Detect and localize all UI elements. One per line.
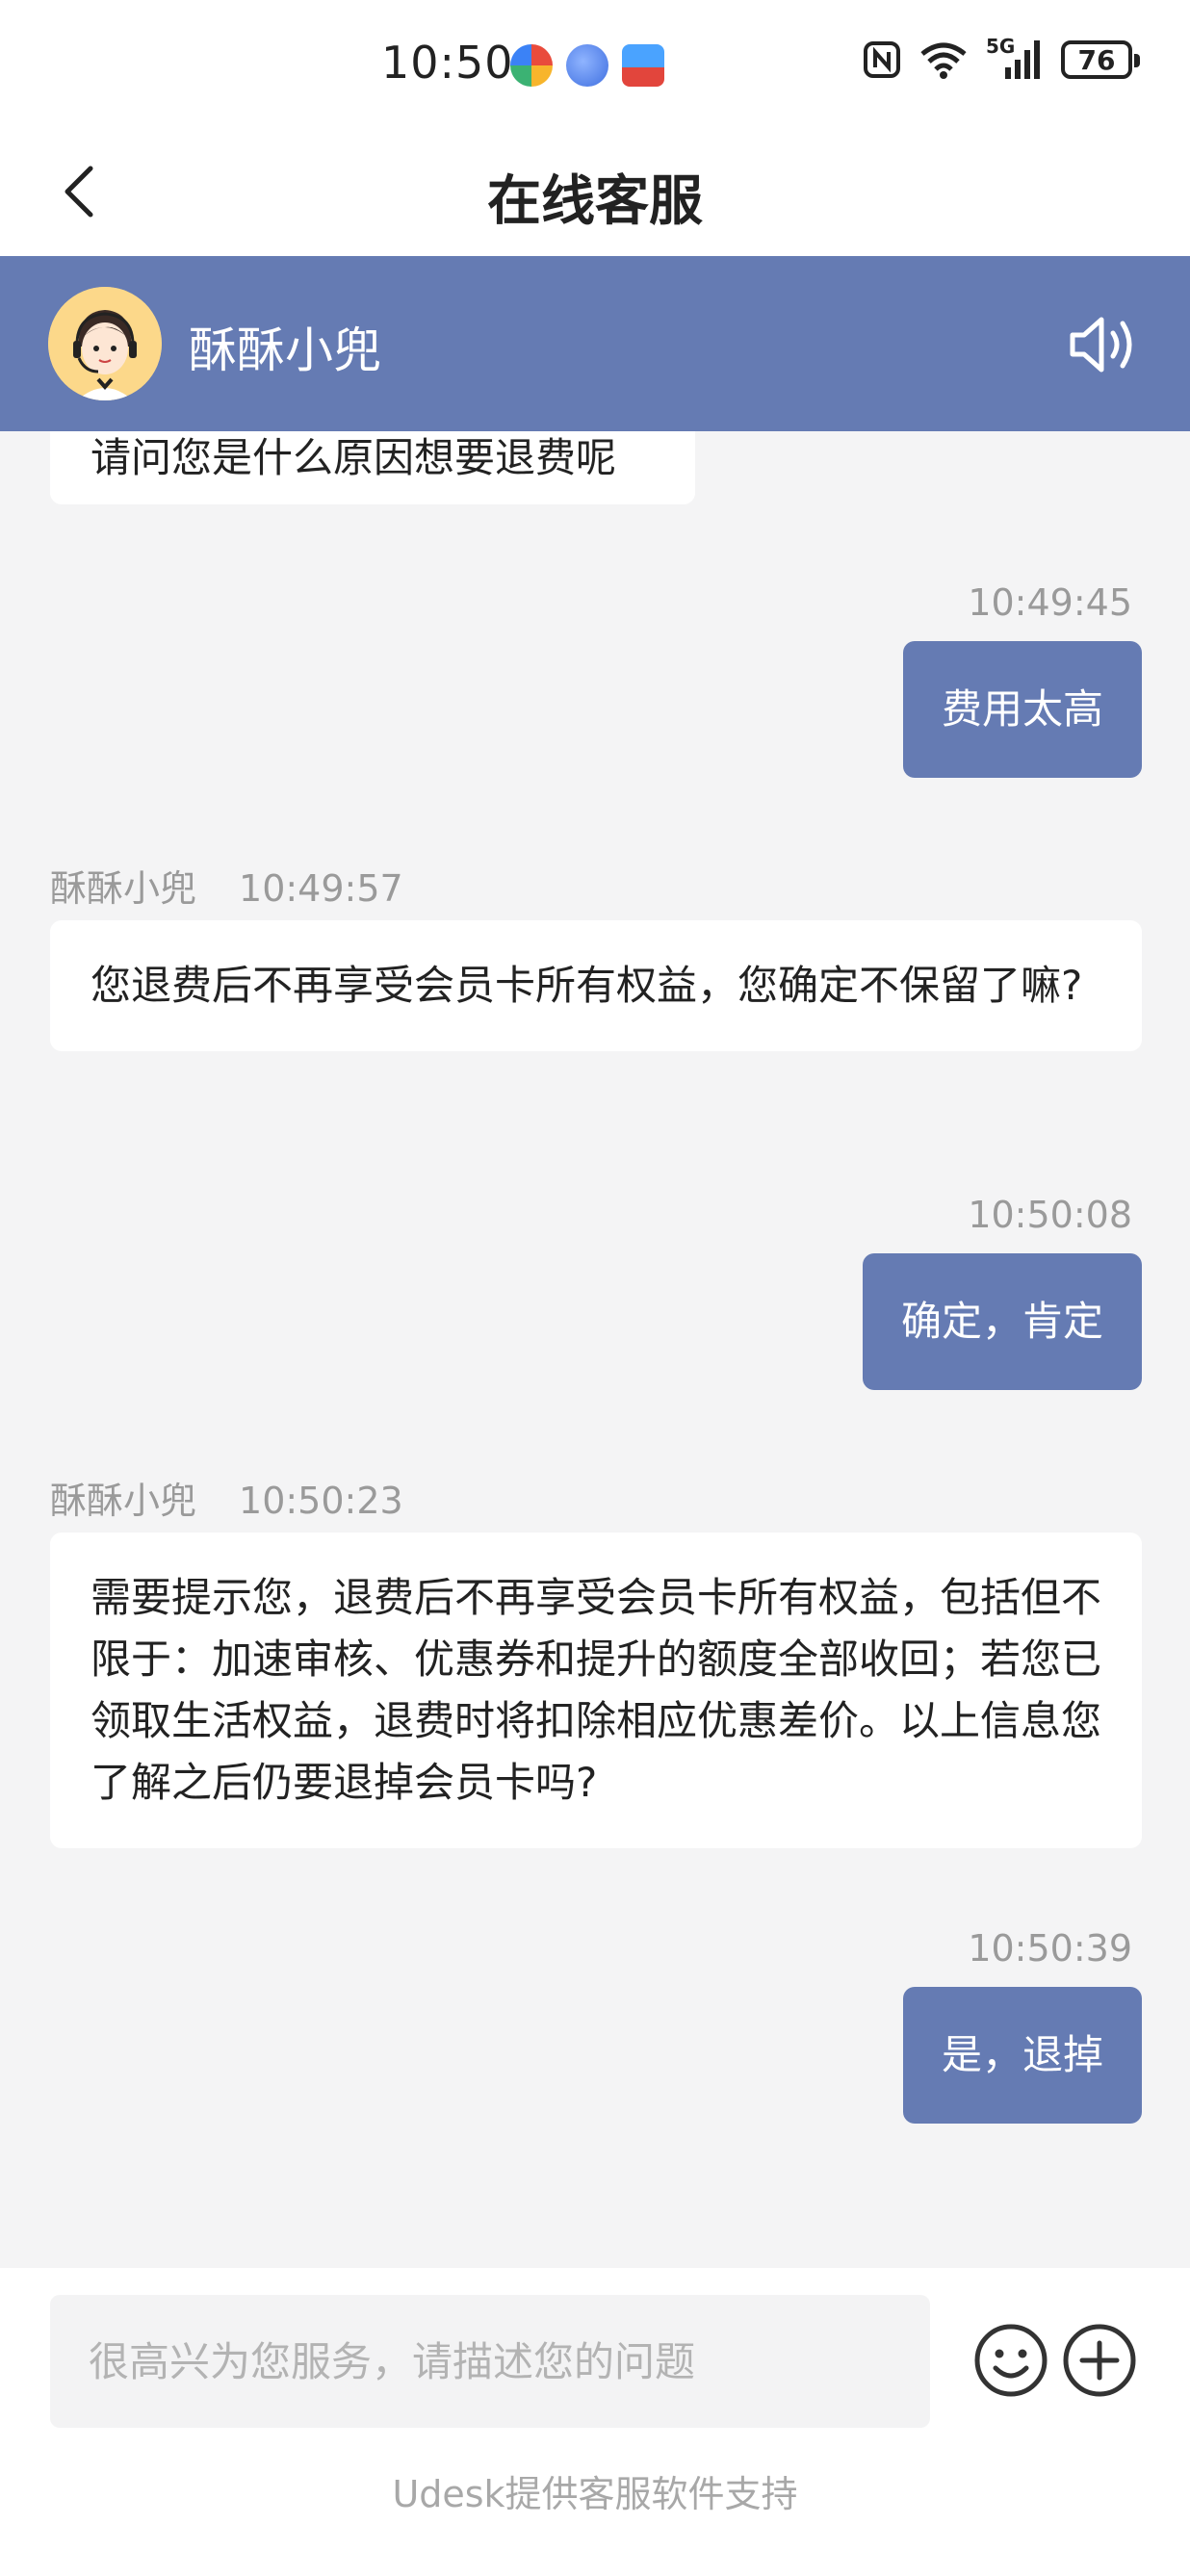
notification-icons <box>510 44 664 87</box>
message-time: 10:49:57 <box>239 867 403 910</box>
app2-notification-icon <box>622 44 664 87</box>
agent-name: 酥酥小兜 <box>189 322 381 378</box>
page-title: 在线客服 <box>487 170 703 233</box>
emoji-icon <box>974 2324 1048 2397</box>
sender-name: 酥酥小兜 <box>50 867 197 910</box>
browser-notification-icon <box>566 44 608 87</box>
message-text: 请问您是什么原因想要退费呢 <box>91 434 617 481</box>
agent-message-meta: 酥酥小兜 10:50:23 <box>50 1471 403 1524</box>
signal-icon <box>1005 40 1040 79</box>
status-indicators: 5G 76 <box>863 35 1140 81</box>
message-time: 10:50:39 <box>968 1927 1132 1970</box>
battery-indicator: 76 <box>1061 40 1140 79</box>
nfc-icon <box>864 41 900 78</box>
powered-by-text: Udesk提供客服软件支持 <box>392 2473 798 2515</box>
input-bar: Udesk提供客服软件支持 <box>0 2268 1190 2576</box>
speaker-button[interactable] <box>1067 310 1140 379</box>
app-notification-icon <box>510 44 553 87</box>
agent-avatar <box>48 287 162 400</box>
plus-circle-icon <box>1063 2324 1136 2397</box>
message-text: 是，退掉 <box>941 2031 1103 2078</box>
agent-header: 酥酥小兜 <box>0 256 1190 431</box>
user-message-bubble: 确定，肯定 <box>862 1253 1142 1390</box>
message-text: 确定，肯定 <box>900 1298 1103 1345</box>
message-input[interactable] <box>50 2295 930 2428</box>
wifi-icon <box>920 42 967 79</box>
agent-message-bubble: 需要提示您，退费后不再享受会员卡所有权益，包括但不限于：加速审核、优惠券和提升的… <box>50 1533 1142 1848</box>
agent-message-bubble: 您退费后不再享受会员卡所有权益，您确定不保留了嘛? <box>50 920 1142 1051</box>
message-time: 10:50:23 <box>239 1480 403 1522</box>
message-text: 需要提示您，退费后不再享受会员卡所有权益，包括但不限于：加速审核、优惠券和提升的… <box>91 1574 1102 1806</box>
more-button[interactable] <box>1061 2322 1138 2399</box>
signal-indicator: 5G <box>986 35 1044 81</box>
speaker-icon <box>1070 317 1132 373</box>
sender-name: 酥酥小兜 <box>50 1480 197 1522</box>
user-message-bubble: 费用太高 <box>902 641 1142 778</box>
agent-message-bubble: 请问您是什么原因想要退费呢 <box>50 431 695 504</box>
message-text: 您退费后不再享受会员卡所有权益，您确定不保留了嘛? <box>91 962 1083 1009</box>
message-time: 10:49:45 <box>968 581 1132 624</box>
message-time: 10:50:08 <box>968 1194 1132 1236</box>
status-time: 10:50 <box>381 37 514 89</box>
customer-service-avatar-icon <box>48 287 162 400</box>
agent-message-meta: 酥酥小兜 10:49:57 <box>50 859 403 912</box>
emoji-button[interactable] <box>972 2322 1049 2399</box>
status-bar: 10:50 5G 76 <box>0 0 1190 129</box>
user-message-bubble: 是，退掉 <box>902 1987 1142 2124</box>
chat-messages: 请问您是什么原因想要退费呢 10:49:45 费用太高 酥酥小兜 10:49:57… <box>0 431 1190 2268</box>
message-text: 费用太高 <box>941 685 1103 733</box>
nav-bar: 在线客服 <box>0 129 1190 256</box>
